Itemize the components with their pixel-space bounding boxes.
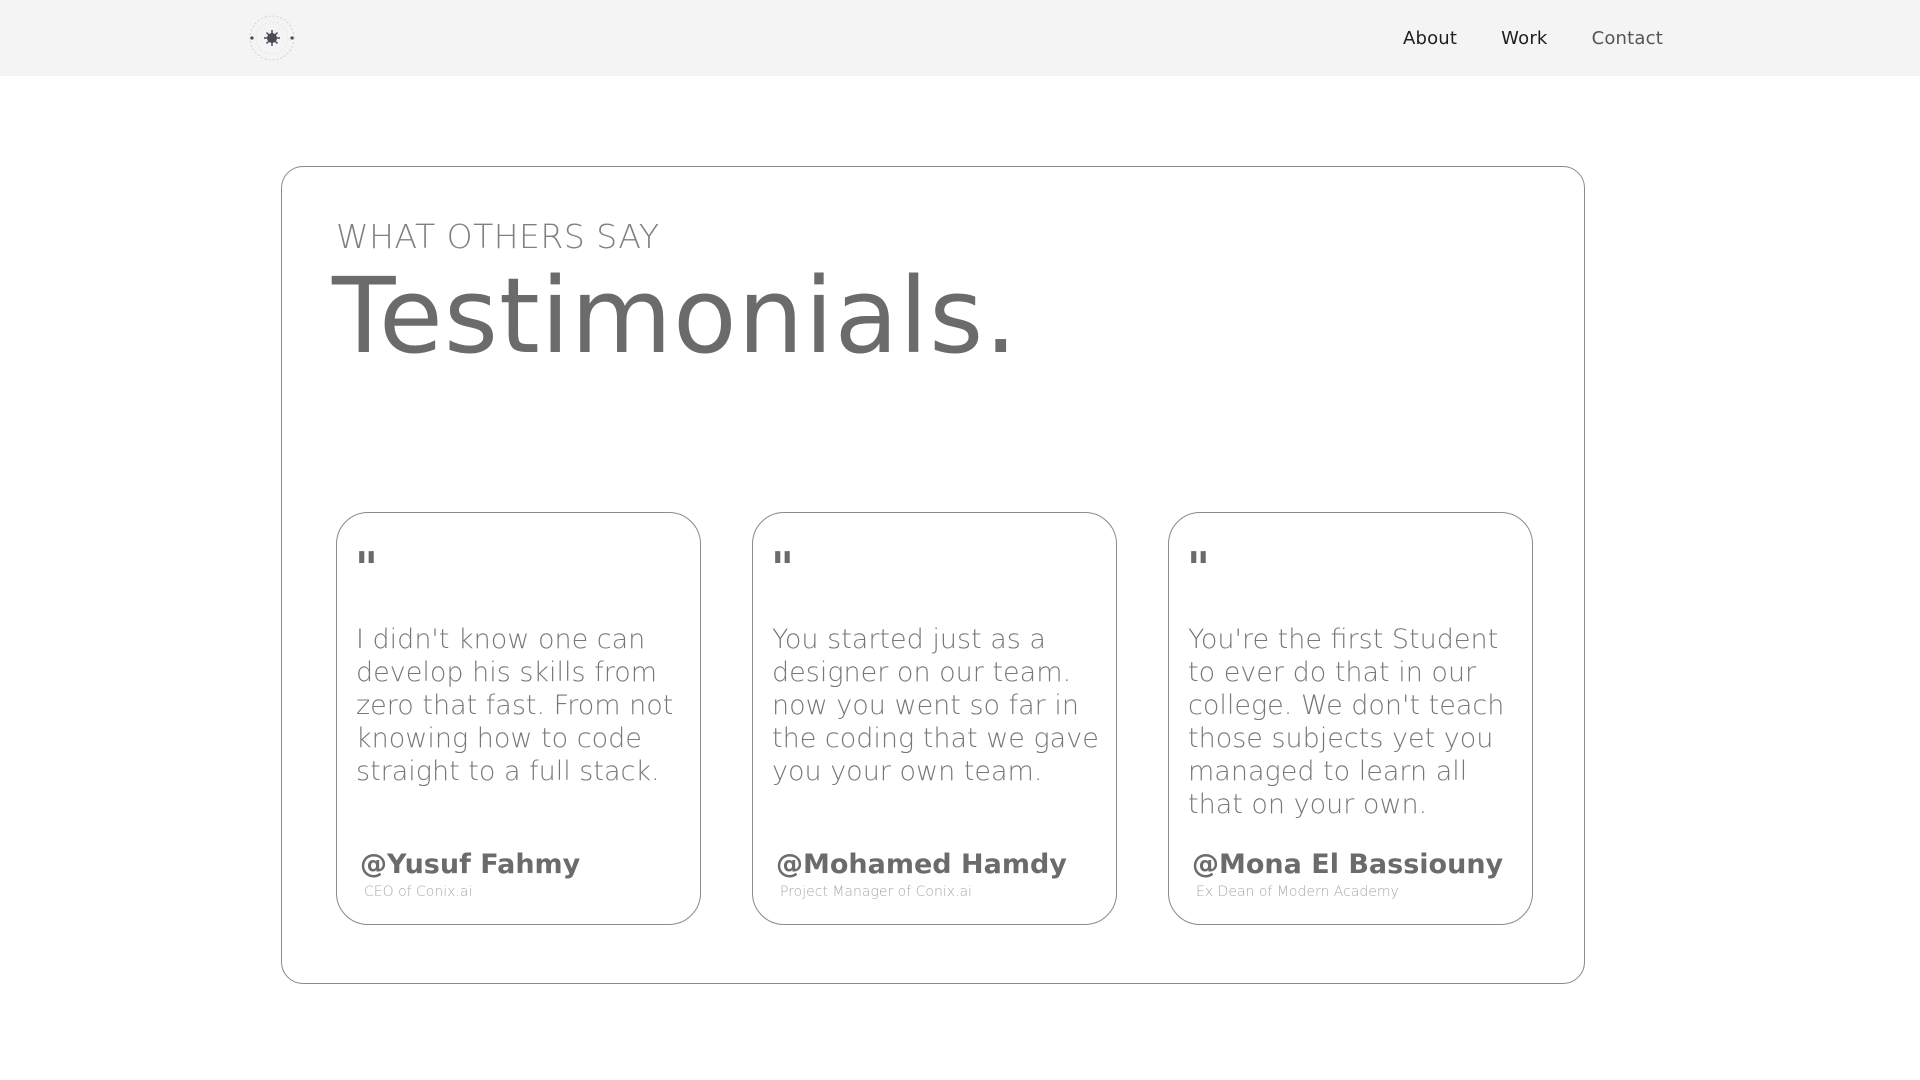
testimonial-text: I didn't know one can develop his skills… — [356, 624, 674, 787]
testimonial-text: You're the first Student to ever do that… — [1188, 624, 1505, 820]
quote-mark-icon: " — [355, 543, 378, 594]
navbar: About Work Contact — [0, 0, 1920, 76]
testimonial-role: CEO of Conix.ai — [364, 884, 473, 900]
testimonial-card: " You're the first Student to ever do th… — [1168, 512, 1533, 925]
nav-link-contact[interactable]: Contact — [1592, 28, 1663, 49]
testimonial-author: @Yusuf Fahmy — [360, 849, 581, 880]
testimonial-author: @Mohamed Hamdy — [776, 849, 1067, 880]
testimonial-role: Project Manager of Conix.ai — [780, 884, 972, 900]
nav-links: About Work Contact — [1403, 0, 1663, 76]
testimonial-author: @Mona El Bassiouny — [1192, 849, 1504, 880]
nav-link-work[interactable]: Work — [1501, 28, 1547, 49]
quote-mark-icon: " — [771, 543, 794, 594]
testimonial-role: Ex Dean of Modern Academy — [1196, 884, 1399, 900]
testimonial-card: " I didn't know one can develop his skil… — [336, 512, 701, 925]
testimonial-text: You started just as a designer on our te… — [772, 624, 1099, 787]
nav-link-about[interactable]: About — [1403, 28, 1457, 49]
circular-badge-logo-icon[interactable] — [246, 12, 298, 64]
testimonials-panel: WHAT OTHERS SAY Testimonials. " I didn't… — [281, 166, 1585, 984]
section-title: Testimonials. — [332, 255, 1019, 377]
testimonial-card: " You started just as a designer on our … — [752, 512, 1117, 925]
section-eyebrow: WHAT OTHERS SAY — [336, 217, 660, 256]
quote-mark-icon: " — [1187, 543, 1210, 594]
